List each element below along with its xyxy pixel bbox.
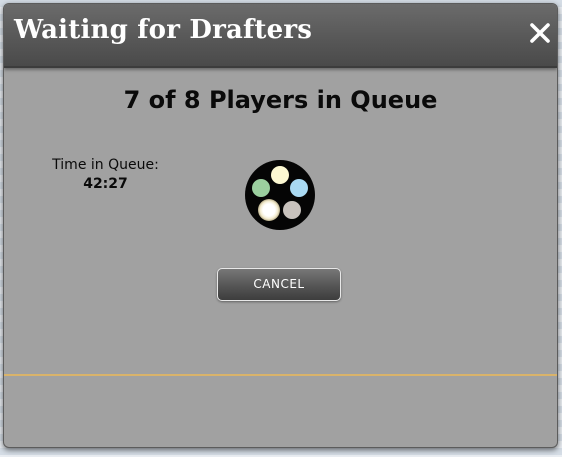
cancel-button[interactable]: CANCEL [217, 268, 341, 301]
mana-wheel-icon [244, 159, 316, 231]
mana-colorless-dot [283, 201, 301, 219]
mana-white-dot [271, 166, 289, 184]
queue-timer: Time in Queue: 42:27 [38, 157, 173, 192]
mana-glowing-dot [258, 199, 280, 221]
close-icon[interactable] [529, 22, 551, 44]
queue-status-heading: 7 of 8 Players in Queue [123, 86, 438, 114]
dialog-titlebar: Waiting for Drafters [4, 4, 557, 68]
time-in-queue-value: 42:27 [83, 176, 128, 192]
waiting-dialog: Waiting for Drafters 7 of 8 Players in Q… [3, 3, 558, 448]
mana-blue-dot [290, 179, 308, 197]
time-in-queue-label: Time in Queue: [52, 157, 159, 173]
footer-divider [4, 374, 557, 376]
mana-green-dot [252, 179, 270, 197]
dialog-title: Waiting for Drafters [14, 15, 313, 45]
